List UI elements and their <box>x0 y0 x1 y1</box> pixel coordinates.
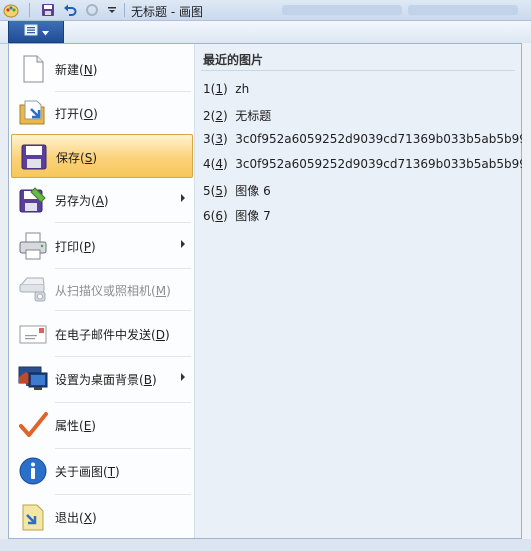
save-icon[interactable] <box>40 2 56 18</box>
title-separator <box>124 3 125 17</box>
menu-item-save-as[interactable]: 另存为(A) <box>11 178 193 222</box>
submenu-arrow-icon <box>181 373 185 381</box>
menu-item-open[interactable]: 打开(O) <box>11 91 193 135</box>
menu-item-label: 打印 <box>55 240 80 254</box>
undo-icon[interactable] <box>62 2 78 18</box>
recent-file-item[interactable]: 6(6) 图像 7 <box>203 207 271 224</box>
recent-file-item[interactable]: 2(2) 无标题 <box>203 107 271 124</box>
access-key: B <box>143 373 152 387</box>
recent-file-number: 1 <box>203 82 211 96</box>
customize-dropdown-icon[interactable] <box>104 2 120 18</box>
access-key: 6 <box>215 209 223 223</box>
title-bar: 无标题 - 画图 <box>0 0 531 21</box>
recent-file-number: 2 <box>203 109 211 123</box>
access-key: 4 <box>215 157 223 171</box>
menu-item-label: 设置为桌面背景 <box>55 373 140 387</box>
access-key: X <box>83 511 92 525</box>
menu-footer-bar <box>0 539 531 551</box>
menu-item-label: 打开 <box>55 107 80 121</box>
menu-item-exit[interactable]: 退出(X) <box>11 495 193 539</box>
desktop-background-icon <box>17 363 49 395</box>
submenu-arrow-icon <box>181 240 185 248</box>
recent-file-item[interactable]: 4(4) 3c0f952a6059252d9039cd71369b033b5ab… <box>203 157 531 171</box>
menu-item-print[interactable]: 打印(P) <box>11 224 193 268</box>
recent-file-item[interactable]: 3(3) 3c0f952a6059252d9039cd71369b033b5ab… <box>203 132 531 146</box>
recent-file-name: 图像 7 <box>235 209 271 223</box>
submenu-arrow-icon <box>181 194 185 202</box>
menu-item-about[interactable]: 关于画图(T) <box>11 449 193 493</box>
menu-item-set-wallpaper[interactable]: 设置为桌面背景(B) <box>11 357 193 401</box>
ribbon-tab-row <box>0 21 531 44</box>
file-menu-button[interactable] <box>8 21 64 43</box>
recent-file-number: 5 <box>203 184 211 198</box>
menu-item-scan[interactable]: 从扫描仪或照相机(M) <box>11 268 193 312</box>
info-icon <box>17 455 49 487</box>
separator-icon <box>22 2 38 18</box>
access-key: 1 <box>215 82 223 96</box>
recent-file-name: 图像 6 <box>235 184 271 198</box>
menu-separator <box>55 310 191 311</box>
paint-app-icon[interactable] <box>3 2 19 18</box>
background-window-strip <box>408 5 518 15</box>
exit-icon <box>17 501 49 533</box>
menu-item-save[interactable]: 保存(S) <box>11 134 193 178</box>
access-key: 5 <box>215 184 223 198</box>
access-key: 2 <box>215 109 223 123</box>
access-key: D <box>155 328 165 342</box>
menu-separator <box>55 222 191 223</box>
menu-item-label: 在电子邮件中发送 <box>55 328 152 342</box>
access-key: N <box>83 63 93 77</box>
recent-file-name: 3c0f952a6059252d9039cd71369b033b5ab5b994 <box>235 157 531 171</box>
access-key: O <box>83 107 94 121</box>
menu-item-label: 退出 <box>55 511 80 525</box>
menu-item-label: 新建 <box>55 63 80 77</box>
menu-item-email[interactable]: 在电子邮件中发送(D) <box>11 312 193 356</box>
scanner-icon <box>17 274 49 306</box>
recent-file-item[interactable]: 5(5) 图像 6 <box>203 182 271 199</box>
new-document-icon <box>17 53 49 85</box>
access-key: A <box>95 194 104 208</box>
menu-item-label: 另存为 <box>55 194 92 208</box>
recent-pictures-panel: 最近的图片 1(1) zh 2(2) 无标题 3(3) 3c0f952a6059… <box>195 44 531 538</box>
checkmark-icon <box>17 409 49 441</box>
recent-file-number: 4 <box>203 157 211 171</box>
file-menu-panel: 新建(N) 打开(O) 保存(S) 另存为(A) 打印(P) 从扫描仪或照相机(… <box>8 43 531 539</box>
recent-file-name: zh <box>235 82 250 96</box>
recent-file-number: 6 <box>203 209 211 223</box>
access-key: T <box>107 465 116 479</box>
access-key: 3 <box>215 132 223 146</box>
background-window-strip <box>282 5 402 15</box>
background-window-edge <box>522 43 531 539</box>
access-key: P <box>83 240 91 254</box>
menu-icon <box>24 24 38 39</box>
recent-title-divider <box>201 70 515 71</box>
recent-file-name: 3c0f952a6059252d9039cd71369b033b5ab5b994 <box>235 132 531 146</box>
menu-item-label: 关于画图 <box>55 465 104 479</box>
email-icon <box>17 318 49 350</box>
recent-pictures-title: 最近的图片 <box>203 53 264 67</box>
recent-file-number: 3 <box>203 132 211 146</box>
access-key: M <box>155 284 167 298</box>
window-title: 无标题 - 画图 <box>131 5 203 19</box>
access-key: S <box>84 151 93 165</box>
recent-file-item[interactable]: 1(1) zh <box>203 82 249 96</box>
printer-icon <box>17 230 49 262</box>
menu-item-properties[interactable]: 属性(E) <box>11 403 193 447</box>
chevron-down-icon <box>41 25 49 39</box>
menu-item-new[interactable]: 新建(N) <box>11 47 193 91</box>
redo-icon[interactable] <box>84 2 100 18</box>
menu-item-label: 属性 <box>55 419 80 433</box>
floppy-save-icon <box>18 141 50 173</box>
menu-item-label: 从扫描仪或照相机 <box>55 284 152 298</box>
recent-file-name: 无标题 <box>235 109 272 123</box>
menu-item-label: 保存 <box>56 151 81 165</box>
open-folder-icon <box>17 97 49 129</box>
access-key: E <box>83 419 92 433</box>
save-as-icon <box>17 184 49 216</box>
